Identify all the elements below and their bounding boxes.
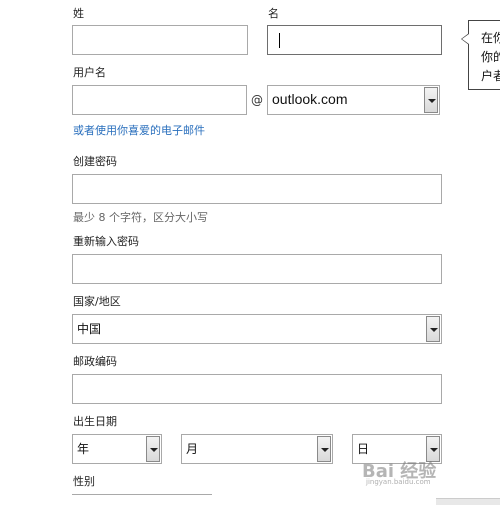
text-caret (279, 33, 280, 48)
email-domain-value: outlook.com (272, 91, 348, 107)
tooltip-line-2: 你的 (481, 50, 500, 64)
chevron-down-icon[interactable] (424, 87, 438, 113)
password-hint: 最少 8 个字符，区分大小写 (73, 211, 208, 224)
tooltip-line-3: 户者 (481, 69, 500, 83)
birth-month-select[interactable]: 月 (181, 434, 333, 464)
country-value: 中国 (77, 322, 102, 336)
first-name-label: 名 (268, 7, 279, 20)
reenter-password-label: 重新输入密码 (73, 235, 139, 248)
country-select[interactable]: 中国 (72, 314, 442, 344)
last-name-label: 姓 (73, 7, 84, 20)
reenter-password-input[interactable] (72, 254, 442, 284)
help-tooltip: 在你 你的 户者 (461, 20, 500, 90)
password-input[interactable] (72, 174, 442, 204)
first-name-input[interactable] (267, 25, 442, 55)
birth-year-select[interactable]: 年 (72, 434, 162, 464)
use-existing-email-link[interactable]: 或者使用你喜爱的电子邮件 (73, 122, 205, 138)
birth-year-value: 年 (77, 442, 90, 456)
password-label: 创建密码 (73, 155, 117, 168)
tooltip-pointer (461, 33, 469, 45)
last-name-input[interactable] (72, 25, 248, 55)
tooltip-line-1: 在你 (481, 31, 500, 45)
birthdate-label: 出生日期 (73, 415, 117, 428)
postal-code-label: 邮政编码 (73, 355, 117, 368)
email-domain-select[interactable]: outlook.com (267, 85, 440, 115)
chevron-down-icon[interactable] (146, 436, 160, 462)
gender-select[interactable] (72, 494, 212, 507)
username-label: 用户名 (73, 66, 106, 79)
username-input[interactable] (72, 85, 247, 115)
postal-code-input[interactable] (72, 374, 442, 404)
birth-day-value: 日 (357, 442, 370, 456)
chevron-down-icon[interactable] (426, 316, 440, 342)
gender-label: 性别 (73, 475, 95, 488)
birth-month-value: 月 (186, 442, 199, 456)
baidu-watermark-url: jingyan.baidu.com (366, 478, 431, 486)
chevron-down-icon[interactable] (317, 436, 331, 462)
country-label: 国家/地区 (73, 295, 121, 308)
at-sign: @ (251, 93, 263, 107)
